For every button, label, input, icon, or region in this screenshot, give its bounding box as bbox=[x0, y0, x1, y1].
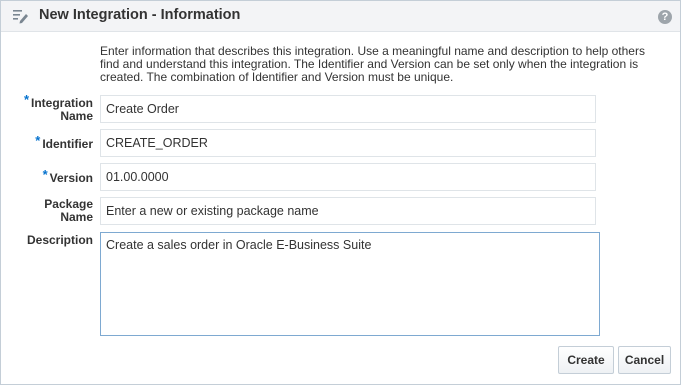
dialog-titlebar: New Integration - Information ? bbox=[1, 1, 680, 32]
instructions-text: Enter information that describes this in… bbox=[100, 44, 645, 84]
required-star: * bbox=[35, 133, 41, 148]
new-integration-dialog: New Integration - Information ? Enter in… bbox=[0, 0, 681, 385]
identifier-input[interactable] bbox=[100, 129, 596, 157]
required-star: * bbox=[23, 92, 29, 107]
package-name-label: Package Name bbox=[44, 197, 93, 224]
package-name-input[interactable] bbox=[100, 197, 596, 225]
description-textarea[interactable]: Create a sales order in Oracle E-Busines… bbox=[100, 232, 600, 336]
edit-form-icon bbox=[12, 8, 29, 24]
version-input[interactable] bbox=[100, 163, 596, 191]
help-icon[interactable]: ? bbox=[658, 10, 672, 24]
integration-name-label: * Integration Name bbox=[23, 92, 93, 123]
required-star: * bbox=[42, 167, 48, 182]
integration-name-input[interactable] bbox=[100, 95, 596, 123]
create-button[interactable]: Create bbox=[558, 346, 614, 374]
version-label: * Version bbox=[42, 167, 93, 185]
description-label: Description bbox=[26, 233, 93, 247]
cancel-button[interactable]: Cancel bbox=[618, 346, 671, 374]
identifier-label: * Identifier bbox=[35, 133, 93, 151]
dialog-title: New Integration - Information bbox=[39, 7, 241, 23]
